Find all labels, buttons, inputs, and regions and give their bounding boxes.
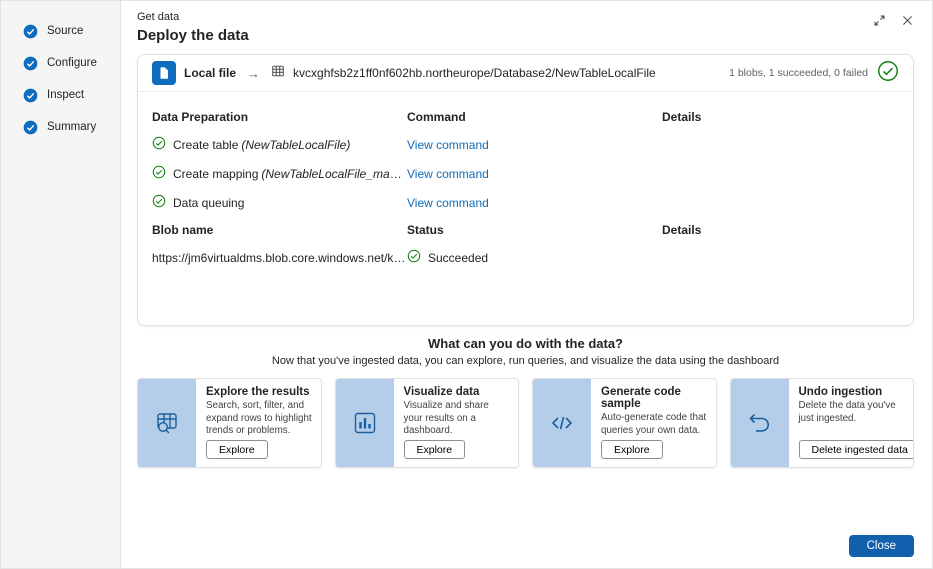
step-label: Configure bbox=[47, 57, 97, 69]
sidebar-item-inspect[interactable]: Inspect bbox=[1, 79, 120, 111]
card-title: Explore the results bbox=[206, 386, 310, 398]
column-header: Details bbox=[662, 110, 701, 124]
step-complete-icon bbox=[23, 120, 38, 135]
step-label: Source bbox=[47, 25, 83, 37]
local-file-icon bbox=[152, 61, 176, 85]
main-panel: Get data Deploy the data Local file → k bbox=[121, 1, 932, 568]
prep-step-label: Data queuing bbox=[173, 196, 244, 210]
prep-step-detail bbox=[244, 196, 247, 210]
success-check-icon bbox=[152, 194, 166, 211]
undo-icon bbox=[731, 379, 789, 467]
view-command-link[interactable]: View command bbox=[407, 167, 489, 181]
table-row: https://jm6virtualdms.blob.core.windows.… bbox=[152, 243, 899, 272]
code-icon bbox=[533, 379, 591, 467]
column-header: Details bbox=[662, 223, 701, 237]
card-undo-ingestion: Undo ingestion Delete the data you've ju… bbox=[730, 378, 915, 468]
prep-step-detail: (NewTableLocalFile_mapping) bbox=[258, 167, 407, 181]
expand-icon[interactable] bbox=[873, 14, 886, 27]
success-check-icon bbox=[407, 249, 421, 266]
card-explore-results: Explore the results Search, sort, filter… bbox=[137, 378, 322, 468]
view-command-link[interactable]: View command bbox=[407, 138, 489, 152]
destination-path: kvcxghfsb2z1ff0nf602hb.northeurope/Datab… bbox=[293, 66, 656, 80]
view-command-link[interactable]: View command bbox=[407, 196, 489, 210]
card-description: Auto-generate code that queries your own… bbox=[601, 412, 708, 437]
card-description: Delete the data you've just ingested. bbox=[799, 400, 906, 425]
column-header: Data Preparation bbox=[152, 110, 248, 124]
sidebar-item-summary[interactable]: Summary bbox=[1, 111, 120, 143]
card-title: Visualize data bbox=[404, 386, 480, 398]
dialog-footer: Close bbox=[849, 535, 914, 557]
sidebar-item-source[interactable]: Source bbox=[1, 15, 120, 47]
prep-step-detail: (NewTableLocalFile) bbox=[238, 138, 350, 152]
column-header: Command bbox=[407, 110, 466, 124]
column-header: Status bbox=[407, 223, 444, 237]
breadcrumb: Get data bbox=[137, 11, 914, 23]
card-description: Search, sort, filter, and expand rows to… bbox=[206, 400, 313, 438]
table-row: Create table(NewTableLocalFile) View com… bbox=[152, 130, 899, 159]
ingestion-header: Local file → kvcxghfsb2z1ff0nf602hb.nort… bbox=[138, 55, 913, 92]
success-check-icon bbox=[152, 165, 166, 182]
bar-chart-icon bbox=[336, 379, 394, 467]
data-preparation-table: Data Preparation Command Details Create … bbox=[138, 92, 913, 272]
table-row: Create mapping(NewTableLocalFile_mapping… bbox=[152, 159, 899, 188]
step-complete-icon bbox=[23, 24, 38, 39]
generate-code-button[interactable]: Explore bbox=[601, 440, 663, 459]
card-description: Visualize and share your results on a da… bbox=[404, 400, 511, 438]
prep-step-label: Create mapping bbox=[173, 167, 258, 181]
window-controls bbox=[873, 14, 914, 27]
close-button[interactable]: Close bbox=[849, 535, 914, 557]
arrow-right-icon: → bbox=[244, 66, 263, 81]
success-check-icon bbox=[152, 136, 166, 153]
source-label: Local file bbox=[184, 66, 236, 80]
visualize-data-button[interactable]: Explore bbox=[404, 440, 466, 459]
section-subtitle: Now that you've ingested data, you can e… bbox=[137, 355, 914, 367]
step-complete-icon bbox=[23, 56, 38, 71]
explore-results-button[interactable]: Explore bbox=[206, 440, 268, 459]
get-data-dialog: Source Configure Inspect Summary Get dat… bbox=[0, 0, 933, 569]
prep-step-label: Create table bbox=[173, 138, 238, 152]
card-title: Undo ingestion bbox=[799, 386, 883, 398]
card-visualize-data: Visualize data Visualize and share your … bbox=[335, 378, 520, 468]
wizard-sidebar: Source Configure Inspect Summary bbox=[1, 1, 121, 568]
table-row: Data queuing View command bbox=[152, 188, 899, 217]
success-check-icon bbox=[877, 60, 899, 87]
card-generate-code: Generate code sample Auto-generate code … bbox=[532, 378, 717, 468]
step-label: Summary bbox=[47, 121, 96, 133]
next-actions-section: What can you do with the data? Now that … bbox=[137, 336, 914, 468]
page-title: Deploy the data bbox=[137, 27, 914, 44]
ingestion-summary-card: Local file → kvcxghfsb2z1ff0nf602hb.nort… bbox=[137, 54, 914, 326]
section-title: What can you do with the data? bbox=[137, 336, 914, 351]
card-title: Generate code sample bbox=[601, 386, 708, 410]
blob-result-summary: 1 blobs, 1 succeeded, 0 failed bbox=[729, 67, 868, 79]
table-icon bbox=[271, 64, 285, 83]
step-label: Inspect bbox=[47, 89, 84, 101]
delete-ingested-data-button[interactable]: Delete ingested data bbox=[799, 440, 915, 459]
close-icon[interactable] bbox=[901, 14, 914, 27]
column-header: Blob name bbox=[152, 223, 213, 237]
step-complete-icon bbox=[23, 88, 38, 103]
blob-name: https://jm6virtualdms.blob.core.windows.… bbox=[152, 251, 407, 265]
sidebar-item-configure[interactable]: Configure bbox=[1, 47, 120, 79]
table-search-icon bbox=[138, 379, 196, 467]
status-badge: Succeeded bbox=[428, 251, 488, 265]
